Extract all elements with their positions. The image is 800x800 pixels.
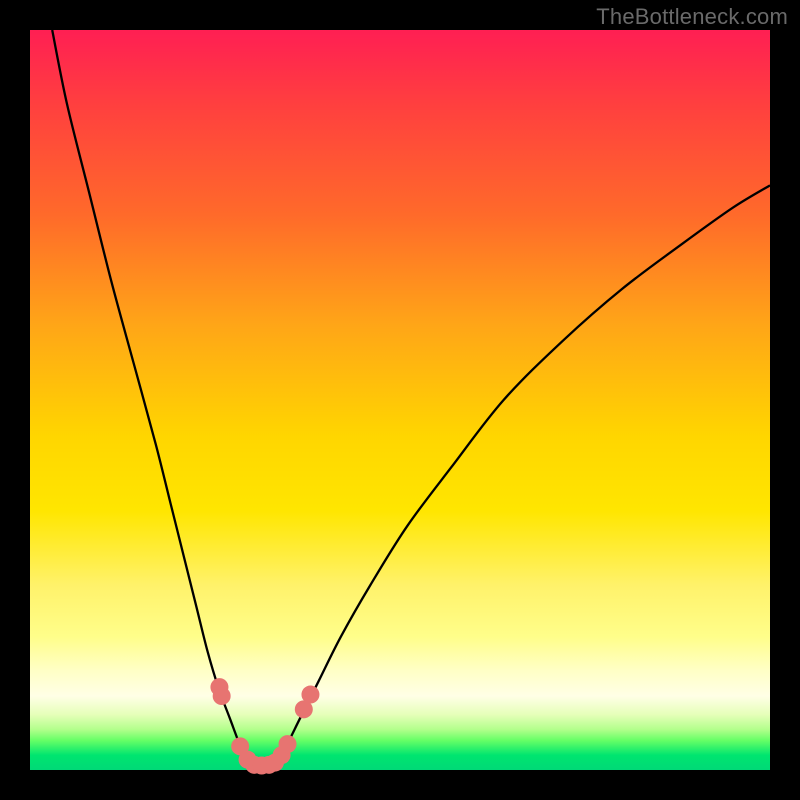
outer-frame: TheBottleneck.com [0, 0, 800, 800]
highlight-marker [213, 687, 231, 705]
curve-right [274, 185, 770, 766]
highlight-marker [279, 735, 297, 753]
plot-area [30, 30, 770, 770]
chart-svg [30, 30, 770, 770]
curve-left [52, 30, 249, 766]
marker-layer [210, 678, 319, 774]
highlight-marker [301, 686, 319, 704]
watermark-text: TheBottleneck.com [596, 4, 788, 30]
curve-layer [52, 30, 770, 768]
